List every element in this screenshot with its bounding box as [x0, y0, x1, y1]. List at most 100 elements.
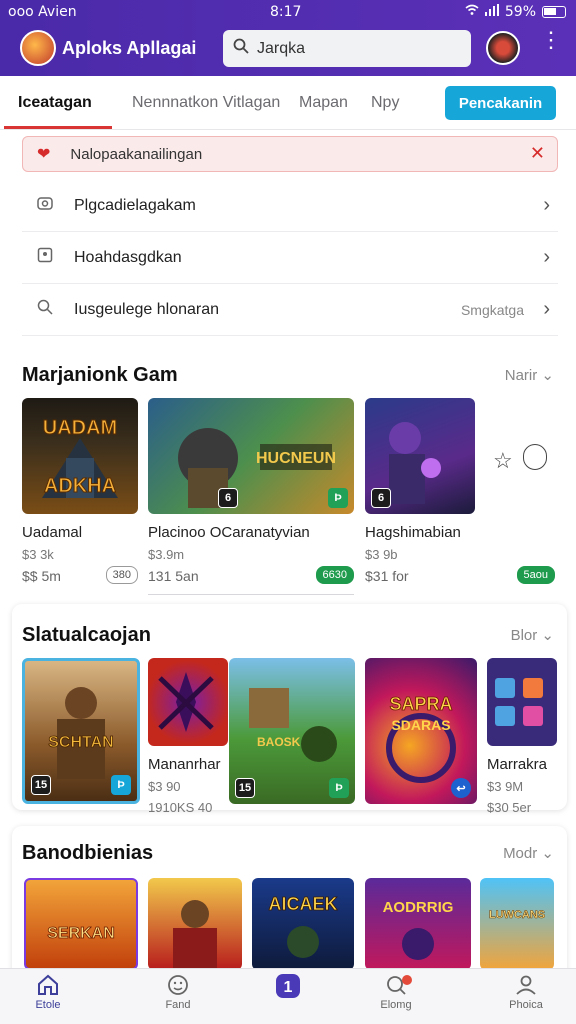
- smile-icon: [138, 973, 218, 999]
- favorite-star-icon[interactable]: ☆: [493, 448, 513, 474]
- section-title: Banodbienias: [22, 842, 154, 864]
- game-card[interactable]: LUWCANS: [480, 878, 554, 970]
- info-icon: 1: [248, 973, 328, 999]
- image-icon: [34, 247, 56, 268]
- game-card[interactable]: HUCNEUN 6 Ϸ Placinoo OCaranatyvian $3.9m…: [148, 398, 354, 595]
- share-icon[interactable]: [523, 444, 547, 470]
- game-card[interactable]: SCHTAN 15 Ϸ: [22, 658, 140, 804]
- game-thumbnail: LUWCANS: [480, 878, 554, 970]
- nav-notifications[interactable]: Elomg: [356, 973, 436, 1011]
- bottom-nav: Etole Fand 1 Elomg Phoica: [0, 968, 576, 1024]
- game-subtitle: $3 9b: [365, 547, 398, 562]
- game-card[interactable]: Marrakra $3 9M $30 5er: [487, 658, 557, 815]
- search-input[interactable]: [257, 39, 457, 58]
- list-item[interactable]: Plgcadielagakam ›: [22, 180, 558, 232]
- game-title: Placinoo OCaranatyvian: [148, 524, 310, 541]
- game-thumbnail: BAOSK 15 Ϸ: [229, 658, 355, 804]
- bell-icon: [356, 973, 436, 999]
- platform-badge: Ϸ: [329, 778, 349, 798]
- game-thumbnail: SERKAN: [24, 878, 138, 970]
- tab-npy[interactable]: Npy: [371, 94, 399, 112]
- game-price: $31 for 5aou: [365, 566, 555, 584]
- search-icon: [233, 38, 249, 59]
- nav-profile[interactable]: Phoica: [486, 973, 566, 1011]
- list-item[interactable]: Iusgeulege hlonaran Smgkatga ›: [22, 284, 558, 336]
- primary-cta-button[interactable]: Pencakanin: [445, 86, 556, 120]
- chevron-down-icon: ⌄: [541, 367, 554, 384]
- tab-bar: Iceatagan Nennnatkon Vitlagan Mapan Npy …: [0, 76, 576, 130]
- rating-badge: 6: [218, 488, 238, 508]
- game-card[interactable]: BAOSK 15 Ϸ: [229, 658, 355, 804]
- game-price: $30 5er: [487, 800, 532, 815]
- game-subtitle: $3.9m: [148, 547, 185, 562]
- home-icon: [8, 973, 88, 999]
- section-more-link[interactable]: Blor ⌄: [511, 626, 554, 644]
- game-thumbnail: SCHTAN 15 Ϸ: [22, 658, 140, 804]
- game-thumbnail: [148, 878, 242, 970]
- status-right: 59%: [465, 4, 566, 20]
- game-card[interactable]: AICAEK: [252, 878, 354, 970]
- game-title: Mananrhar: [148, 756, 221, 773]
- platform-badge: Ϸ: [111, 775, 131, 795]
- section-title: Slatualcaojan: [22, 624, 151, 646]
- notification-dot: [402, 975, 412, 985]
- nav-find[interactable]: Fand: [138, 973, 218, 1011]
- carrier-label: ooo Avien: [8, 4, 77, 20]
- rating-badge: 15: [31, 775, 51, 795]
- profile-icon: [486, 973, 566, 999]
- nav-center[interactable]: 1: [248, 973, 328, 999]
- svg-text:SERKAN: SERKAN: [47, 925, 115, 942]
- game-card[interactable]: UADAM ADKHA Uadamal $3 3k $$ 5m 380: [22, 398, 138, 584]
- alert-text: Nalopaakanailingan: [70, 145, 203, 163]
- section-more-link[interactable]: Modr ⌄: [503, 844, 554, 862]
- game-thumbnail: AICAEK: [252, 878, 354, 970]
- svg-text:SDARAS: SDARAS: [391, 717, 450, 733]
- svg-text:AODRRIG: AODRRIG: [383, 899, 454, 916]
- list-item-label: Iusgeulege hlonaran: [74, 300, 220, 318]
- game-thumbnail: 6: [365, 398, 475, 514]
- signal-icon: [484, 4, 499, 20]
- price-badge[interactable]: 380: [105, 566, 138, 584]
- app-header: ooo Avien 8:17 59% Aploks Apllagai ⋮: [0, 0, 576, 76]
- platform-badge: ↩: [451, 778, 471, 798]
- camera-icon: [34, 195, 56, 216]
- nav-home[interactable]: Etole: [8, 973, 88, 1011]
- status-bar: ooo Avien 8:17 59%: [0, 2, 576, 24]
- game-card[interactable]: 6 ☆ Hagshimabian $3 9b $31 for 5aou: [365, 398, 555, 584]
- app-logo: [20, 30, 56, 66]
- svg-text:BAOSK: BAOSK: [257, 735, 301, 749]
- svg-text:LUWCANS: LUWCANS: [489, 909, 545, 921]
- list-item[interactable]: Hoahdasgdkan ›: [22, 232, 558, 284]
- game-price: 131 5an 6630: [148, 566, 354, 584]
- price-badge[interactable]: 5aou: [516, 566, 555, 584]
- avatar[interactable]: [486, 31, 520, 65]
- game-title: Uadamal: [22, 524, 83, 541]
- game-price: 1910KS 40: [148, 800, 213, 815]
- game-thumbnail: UADAM ADKHA: [22, 398, 138, 514]
- svg-text:ADKHA: ADKHA: [44, 475, 116, 497]
- alert-banner: ❤ Nalopaakanailingan ✕: [22, 136, 558, 172]
- section-title: Marjanionk Gam: [22, 364, 178, 386]
- search-bar[interactable]: [223, 30, 471, 67]
- more-vert-icon[interactable]: ⋮: [540, 29, 562, 51]
- game-title: Hagshimabian: [365, 524, 461, 541]
- chevron-down-icon: ⌄: [541, 845, 554, 862]
- tab-home[interactable]: Iceatagan: [18, 94, 92, 112]
- game-thumbnail: SAPRA SDARAS ↩: [365, 658, 477, 804]
- active-tab-indicator: [4, 126, 112, 129]
- close-icon[interactable]: ✕: [530, 143, 545, 164]
- section-more-link[interactable]: Narir ⌄: [505, 366, 554, 384]
- tab-new[interactable]: Nennnatkon Vitlagan: [132, 94, 280, 112]
- price-badge[interactable]: 6630: [315, 566, 354, 584]
- game-card[interactable]: AODRRIG: [365, 878, 471, 970]
- game-card[interactable]: SAPRA SDARAS ↩: [365, 658, 477, 804]
- game-title: Marrakra: [487, 756, 548, 773]
- game-card[interactable]: SERKAN: [24, 878, 138, 970]
- svg-text:1: 1: [284, 979, 293, 996]
- svg-text:UADAM: UADAM: [43, 417, 117, 439]
- tab-map[interactable]: Mapan: [299, 94, 348, 112]
- game-card[interactable]: Mananrhar $3 90 1910KS 40: [148, 658, 228, 815]
- platform-badge: Ϸ: [328, 488, 348, 508]
- game-card[interactable]: [148, 878, 242, 970]
- game-subtitle: $3 3k: [22, 547, 54, 562]
